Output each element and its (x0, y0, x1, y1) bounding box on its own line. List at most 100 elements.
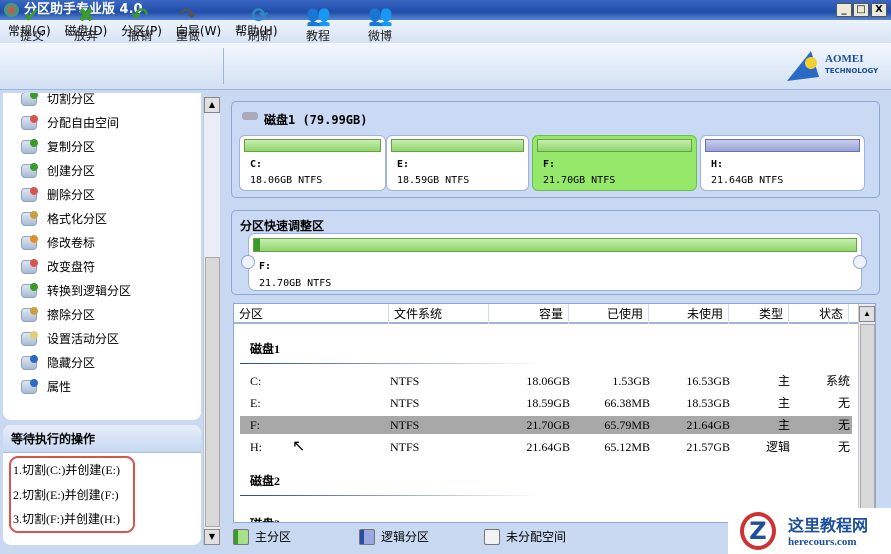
weibo-icon: 👥 (368, 3, 393, 27)
operation-item[interactable]: 属性 (21, 377, 71, 397)
toolbar-refresh-button[interactable]: ⟳ 刷新 (238, 4, 282, 44)
minimize-button[interactable]: _ (836, 3, 852, 17)
toolbar-undo-button[interactable]: ↶ 撤销 (118, 4, 162, 44)
toolbar-label: 提交 (19, 29, 44, 43)
column-header[interactable]: 容量 (489, 304, 569, 324)
watermark-url: herecours.com (788, 536, 857, 548)
operation-item[interactable]: 擦除分区 (21, 305, 95, 325)
partition-block-e[interactable]: E: 18.59GB NTFS (386, 135, 529, 191)
pending-item[interactable]: 2.切割(E:)并创建(F:) (13, 486, 119, 503)
table-cell: 18.06GB (526, 374, 570, 388)
scroll-thumb[interactable] (860, 324, 875, 509)
disk-group-label: 磁盘1 (250, 342, 281, 356)
scroll-up-button[interactable]: ▲ (859, 306, 875, 322)
operation-item[interactable]: 修改卷标 (21, 233, 95, 253)
toolbar-label: 撤销 (127, 29, 152, 43)
toolbar-tutorial-button[interactable]: 👥 教程 (296, 4, 340, 44)
table-cell: NTFS (390, 418, 420, 432)
table-cell: 21.64GB (686, 418, 730, 432)
maximize-button[interactable]: □ (853, 3, 869, 17)
column-header[interactable]: 类型 (729, 304, 789, 324)
partition-block-c[interactable]: C: 18.06GB NTFS (239, 135, 386, 191)
table-cell: NTFS (390, 374, 420, 388)
operation-item[interactable]: 创建分区 (21, 161, 95, 181)
operation-item[interactable]: 格式化分区 (21, 209, 107, 229)
table-row[interactable]: H: NTFS 21.64GB 65.12MB 21.57GB 逻辑 无 (240, 438, 852, 456)
toolbar-check-button[interactable]: ✔ 提交 (10, 4, 54, 44)
table-cell: NTFS (390, 440, 420, 454)
operation-label: 复制分区 (47, 140, 96, 154)
operation-label: 切割分区 (47, 93, 96, 106)
toolbar-redo-button[interactable]: ↷ 重做 (166, 4, 210, 44)
column-header[interactable]: 状态 (789, 304, 849, 324)
disk-group-label: 磁盘3 (250, 515, 280, 522)
column-header[interactable]: 已使用 (569, 304, 649, 324)
toolbar-label: 教程 (305, 29, 330, 43)
partition-operation-icon (21, 331, 38, 346)
pending-item[interactable]: 3.切割(F:)并创建(H:) (13, 510, 120, 527)
redo-icon: ↷ (179, 3, 197, 27)
quick-info: 21.70GB NTFS (259, 278, 332, 289)
logo-name: AOMEI (825, 53, 864, 65)
table-scrollbar[interactable]: ▲ (858, 304, 875, 522)
scroll-down-button[interactable]: ▼ (204, 529, 220, 545)
table-cell: NTFS (390, 396, 420, 410)
table-cell: 主 (777, 418, 790, 432)
table-row[interactable]: C: NTFS 18.06GB 1.53GB 16.53GB 主 系统 (240, 372, 852, 390)
scroll-thumb[interactable] (205, 257, 220, 527)
mouse-cursor-icon: ↖ (292, 436, 306, 455)
toolbar-cross-button[interactable]: ✖ 放弃 (64, 4, 108, 44)
partition-operation-icon (21, 235, 38, 250)
quick-letter: F: (259, 261, 272, 272)
operation-item[interactable]: 复制分区 (21, 137, 95, 157)
pending-item[interactable]: 1.切割(C:)并创建(E:) (13, 461, 120, 478)
column-header[interactable]: 文件系统 (389, 304, 489, 324)
left-scrollbar[interactable]: ▲ ▼ (203, 97, 220, 545)
close-button[interactable]: X (871, 3, 887, 17)
partition-block-h[interactable]: H: 21.64GB NTFS (700, 135, 865, 191)
quick-adjust-partition[interactable]: F: 21.70GB NTFS (248, 233, 862, 291)
operation-item[interactable]: 设置活动分区 (21, 329, 119, 349)
operations-panel: 切割分区分配自由空间 复制分区创建分区删除分区格式化分区修改卷标改变盘符转换到逻辑… (3, 93, 201, 420)
partition-table: 分区文件系统容量已使用未使用类型状态 磁盘1 磁盘2 磁盘3 C: NTFS 18.06G… (233, 303, 876, 523)
table-row[interactable]: E: NTFS 18.59GB 66.38MB 18.53GB 主 无 (240, 394, 852, 412)
partition-operation-icon (21, 115, 38, 130)
column-header[interactable]: 分区 (234, 304, 389, 324)
watermark-title: 这里教程网 (788, 516, 869, 535)
scroll-up-button[interactable]: ▲ (204, 97, 220, 113)
undo-icon: ↶ (131, 3, 149, 27)
toolbar-weibo-button[interactable]: 👥 微博 (358, 4, 402, 44)
quick-adjust-panel: 分区快速调整区 F: 21.70GB NTFS (231, 210, 880, 295)
legend-logical: 逻辑分区 (359, 528, 429, 545)
disk1-title: 磁盘1 (79.99GB) (264, 113, 368, 127)
table-cell: 无 (837, 418, 850, 432)
disk1-panel: 磁盘1 (79.99GB) C: 18.06GB NTFS E: 18.59GB NT… (231, 101, 880, 198)
operation-label: 分配自由空间 (47, 116, 120, 130)
operation-item[interactable]: 隐藏分区 (21, 353, 95, 373)
resize-handle-left[interactable] (241, 255, 255, 269)
partition-operation-icon (21, 211, 38, 226)
operation-item[interactable]: 切割分区 (21, 93, 95, 109)
cross-icon: ✖ (77, 3, 95, 27)
operation-label: 格式化分区 (47, 212, 108, 226)
pending-operations-panel: 等待执行的操作 1.切割(C:)并创建(E:) 2.切割(E:)并创建(F:) … (3, 425, 201, 545)
disk-icon (242, 112, 258, 120)
table-cell: 主 (777, 396, 790, 410)
operation-item[interactable]: 分配自由空间 (21, 113, 119, 133)
operation-item[interactable]: 改变盘符 (21, 257, 95, 277)
operation-label: 属性 (47, 380, 72, 394)
partition-block-f[interactable]: F: 21.70GB NTFS (532, 135, 697, 191)
operation-label: 修改卷标 (47, 236, 96, 250)
logo-subtitle: TECHNOLOGY (825, 67, 879, 75)
partition-letter: C: (250, 159, 263, 170)
refresh-icon: ⟳ (251, 3, 269, 27)
operation-item[interactable]: 转换到逻辑分区 (21, 281, 131, 301)
toolbar-label: 微博 (367, 29, 392, 43)
operation-label: 隐藏分区 (47, 356, 96, 370)
table-cell: 66.38MB (604, 396, 650, 410)
column-header[interactable]: 未使用 (649, 304, 729, 324)
operation-item[interactable]: 删除分区 (21, 185, 95, 205)
table-row[interactable]: F: NTFS 21.70GB 65.79MB 21.64GB 主 无 (240, 416, 852, 434)
resize-handle-right[interactable] (853, 255, 867, 269)
table-cell: 18.53GB (686, 396, 730, 410)
